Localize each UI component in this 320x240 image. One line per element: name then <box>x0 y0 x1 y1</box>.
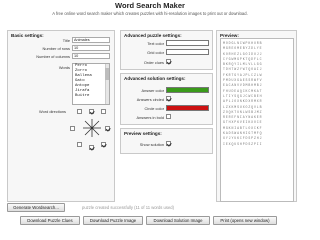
rows-input[interactable] <box>72 45 110 51</box>
answers-bold-label: Answers in bold <box>136 115 164 120</box>
download-clues-button[interactable]: Download Puzzle Clues <box>20 216 80 225</box>
generate-wordsearch-button[interactable]: Generate Wordsearch... <box>7 203 65 212</box>
direction-right-checkbox[interactable] <box>105 126 110 131</box>
answers-circled-label: Answers circled <box>136 97 164 102</box>
direction-up-checkbox[interactable] <box>89 109 94 114</box>
page-title: Word Search Maker <box>115 1 185 10</box>
print-button[interactable]: Print (opens new window) <box>213 216 277 225</box>
columns-label: Number of columns <box>36 54 70 59</box>
direction-left-checkbox[interactable] <box>70 126 75 131</box>
word-directions-label: Word directions <box>39 109 66 114</box>
show-solution-checkbox[interactable] <box>166 141 171 146</box>
page-subtitle: A free online word search maker which cr… <box>52 11 248 16</box>
title-input[interactable] <box>72 37 110 43</box>
circle-color-label: Circle color <box>144 106 164 111</box>
grid-color-label: Grid color <box>147 50 164 55</box>
direction-up-left-checkbox[interactable] <box>77 109 82 114</box>
rows-label: Number of rows <box>42 46 70 51</box>
preview-settings-heading: Preview settings: <box>124 131 162 136</box>
show-solution-label: Show solution <box>139 142 164 147</box>
direction-down-checkbox[interactable] <box>89 145 94 150</box>
direction-down-left-checkbox[interactable] <box>77 142 82 147</box>
answer-color-label: Answer color <box>141 88 165 93</box>
direction-up-right-checkbox[interactable] <box>101 109 106 114</box>
answers-bold-checkbox[interactable] <box>166 114 171 119</box>
preview-image: MODGLNCWPKHURB MGREOMEBYZDLYE KORHEZLGOI… <box>220 38 294 202</box>
direction-down-right-checkbox[interactable] <box>101 142 106 147</box>
answers-circled-checkbox[interactable] <box>166 96 171 101</box>
grid-color-picker[interactable] <box>166 49 209 55</box>
text-color-picker[interactable] <box>166 40 209 46</box>
advanced-puzzle-heading: Advanced puzzle settings: <box>124 33 182 38</box>
word-item: Buitre <box>75 94 90 98</box>
text-color-label: Text color <box>147 41 164 46</box>
status-message: puzzle created successfully (11 of 11 wo… <box>82 205 175 210</box>
advanced-solution-heading: Advanced solution settings: <box>124 76 186 81</box>
download-solution-button[interactable]: Download Solution Image <box>146 216 210 225</box>
words-scrollbar-thumb[interactable] <box>105 68 109 80</box>
title-label: Title <box>62 38 70 43</box>
direction-compass-icon <box>83 119 101 137</box>
order-clues-checkbox[interactable] <box>166 59 171 64</box>
order-clues-label: Order clues <box>143 60 164 65</box>
words-textarea[interactable]: Perro Zorro Ballena Gato Antope Jirafa B… <box>72 63 110 105</box>
words-label: Words <box>58 65 70 70</box>
columns-input[interactable] <box>72 53 110 59</box>
answer-color-picker[interactable] <box>166 87 209 93</box>
circle-color-picker[interactable] <box>166 105 209 111</box>
download-puzzle-button[interactable]: Download Puzzle Image <box>83 216 143 225</box>
